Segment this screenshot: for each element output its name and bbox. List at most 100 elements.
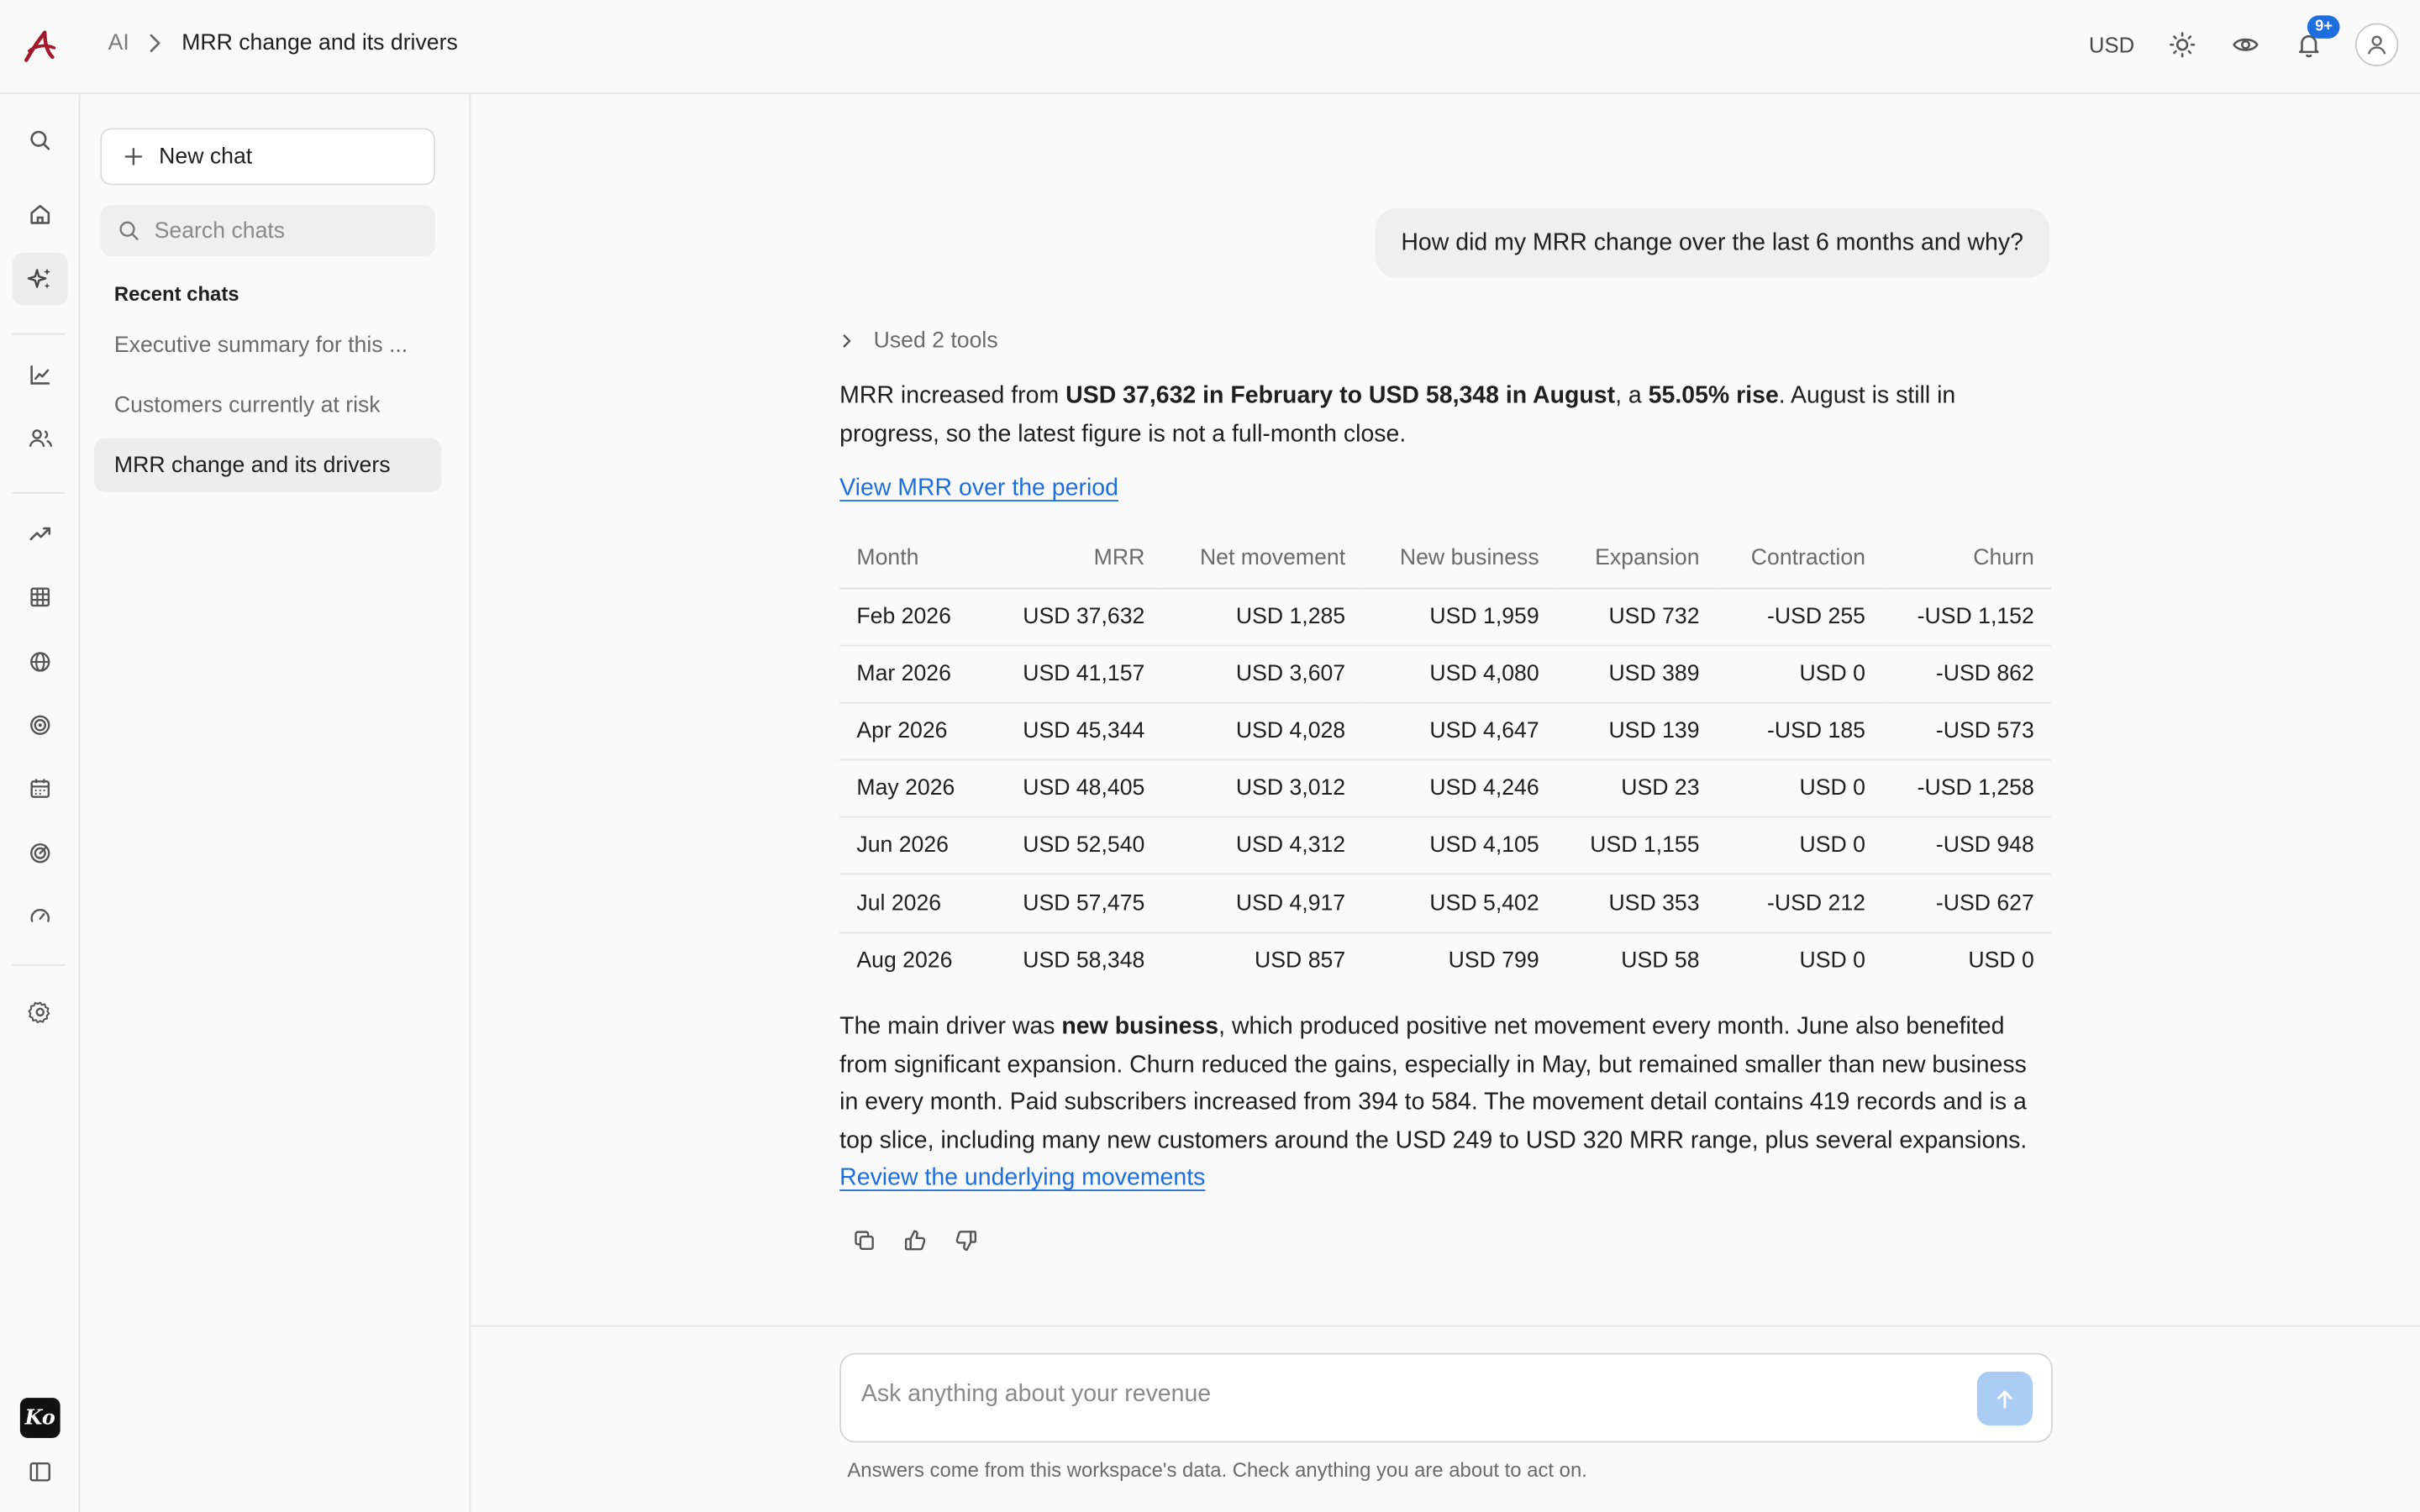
- plus-icon: [124, 148, 143, 165]
- thumbs-up-button[interactable]: [898, 1224, 932, 1257]
- new-chat-button[interactable]: New chat: [100, 128, 435, 186]
- table-cell: USD 52,540: [987, 817, 1162, 876]
- thumbs-down-button[interactable]: [950, 1224, 983, 1257]
- search-chats-input[interactable]: [154, 218, 417, 244]
- review-movements-link[interactable]: Review the underlying movements: [839, 1165, 1205, 1191]
- table-cell: Apr 2026: [839, 702, 988, 761]
- rail-search[interactable]: [13, 114, 68, 166]
- notifications-button[interactable]: 9+: [2292, 15, 2341, 61]
- table-cell: USD 857: [1255, 948, 1346, 974]
- table-cell: USD 0: [1716, 645, 1883, 704]
- rail-ai[interactable]: [12, 253, 68, 306]
- ask-input[interactable]: [860, 1380, 1942, 1409]
- intro-bold-range: USD 37,632 in February to USD 58,348 in …: [1065, 382, 1616, 409]
- rail-radar[interactable]: [13, 827, 68, 879]
- chart-icon: [30, 365, 50, 385]
- intro-text: MRR increased from: [839, 382, 1066, 409]
- table-cell: USD 3,607: [1161, 645, 1363, 704]
- table-cell: USD 45,344: [987, 702, 1162, 761]
- table-cell: USD 1,959: [1362, 587, 1556, 647]
- theme-toggle-button[interactable]: [2165, 28, 2199, 61]
- table-row: Jul 2026 USD 57,475 USD 4,917 USD 5,402 …: [839, 874, 2052, 933]
- table-header-row: Month MRR Net movement New business Expa…: [839, 530, 2052, 589]
- rail-home[interactable]: [13, 188, 68, 240]
- app-logo-icon[interactable]: [22, 28, 59, 65]
- breadcrumb: AI MRR change and its drivers: [108, 31, 458, 55]
- intro-bold-rise: 55.05% rise: [1648, 382, 1779, 409]
- ai-sparkle-icon: [27, 268, 51, 289]
- column-header: Expansion: [1555, 530, 1717, 589]
- rail-collapse-sidebar[interactable]: [13, 1446, 68, 1498]
- rail-tables[interactable]: [13, 571, 68, 623]
- avatar[interactable]: [2354, 23, 2399, 66]
- copy-button[interactable]: [847, 1224, 881, 1257]
- table-cell: -USD 573: [1882, 702, 2052, 761]
- table-cell: -USD 255: [1716, 587, 1883, 647]
- table-cell: -USD 948: [1882, 817, 2052, 876]
- table-row: Aug 2026 USD 58,348 USD 857 USD 799 USD …: [839, 932, 2051, 990]
- composer: [839, 1352, 2053, 1443]
- rail-calendar[interactable]: [13, 762, 68, 814]
- table-icon: [30, 587, 50, 607]
- users-icon: [28, 429, 52, 448]
- table-cell: USD 0: [1968, 948, 2034, 974]
- table-cell: Jul 2026: [839, 874, 988, 933]
- chats-panel: New chat Recent chats Executive summary …: [81, 94, 471, 1512]
- summary-text: The main driver was: [839, 1013, 1062, 1040]
- table-cell: -USD 627: [1882, 874, 2052, 933]
- table-cell: May 2026: [839, 759, 988, 818]
- table-row: Feb 2026 USD 37,632 USD 1,285 USD 1,959 …: [839, 587, 2052, 647]
- rail-performance[interactable]: [13, 890, 68, 942]
- rail-divider: [12, 963, 66, 966]
- table-cell: -USD 862: [1882, 645, 2052, 704]
- privacy-toggle-button[interactable]: [2228, 28, 2262, 61]
- column-header: Contraction: [1716, 530, 1883, 589]
- used-tools-toggle[interactable]: Used 2 tools: [839, 328, 998, 354]
- search-chats-field[interactable]: [100, 205, 435, 256]
- chat-item[interactable]: Customers currently at risk: [94, 378, 441, 432]
- view-mrr-link[interactable]: View MRR over the period: [839, 475, 1118, 503]
- intro-text: , a: [1615, 382, 1649, 409]
- table-row: Mar 2026 USD 41,157 USD 3,607 USD 4,080 …: [839, 645, 2052, 704]
- breadcrumb-current: MRR change and its drivers: [182, 30, 458, 56]
- breadcrumb-root[interactable]: AI: [108, 31, 129, 55]
- gear-icon: [28, 1001, 50, 1024]
- used-tools-label: Used 2 tools: [873, 328, 998, 354]
- table-cell: USD 139: [1555, 702, 1717, 761]
- mrr-table: Month MRR Net movement New business Expa…: [839, 530, 2052, 990]
- table-cell: USD 48,405: [987, 759, 1162, 818]
- top-bar: AI MRR change and its drivers USD 9+: [0, 0, 2420, 95]
- thumbs-down-icon: [955, 1231, 977, 1251]
- table-cell: USD 57,475: [987, 874, 1162, 933]
- table-cell: USD 4,917: [1161, 874, 1363, 933]
- rail-geography[interactable]: [13, 636, 68, 688]
- rail-customers[interactable]: [13, 412, 68, 464]
- recent-chats-heading: Recent chats: [113, 282, 239, 306]
- table-cell: USD 4,028: [1161, 702, 1363, 761]
- rail-settings[interactable]: [13, 986, 68, 1038]
- table-cell: USD 41,157: [987, 645, 1162, 704]
- column-header: Net movement: [1161, 530, 1363, 589]
- chat-item-active[interactable]: MRR change and its drivers: [94, 438, 442, 492]
- table-cell: USD 4,246: [1362, 759, 1556, 818]
- currency-selector[interactable]: USD: [2089, 33, 2134, 57]
- rail-goals[interactable]: [13, 699, 68, 751]
- message-actions: [847, 1224, 1000, 1257]
- column-header: New business: [1362, 530, 1556, 589]
- rail-charts[interactable]: [13, 349, 68, 401]
- table-cell: USD 4,312: [1161, 817, 1363, 876]
- rail-divider: [12, 491, 66, 494]
- user-icon: [2367, 35, 2386, 55]
- chevron-right-icon: [843, 334, 851, 348]
- send-button[interactable]: [1976, 1371, 2033, 1426]
- chat-item[interactable]: Executive summary for this ...: [94, 318, 441, 371]
- icon-rail: Ko: [0, 94, 81, 1512]
- composer-area: Answers come from this workspace's data.…: [471, 1325, 2420, 1512]
- table-cell: USD 0: [1799, 948, 1865, 974]
- table-cell: -USD 212: [1716, 874, 1883, 933]
- table-cell: USD 1,155: [1555, 817, 1717, 876]
- calendar-icon: [30, 779, 50, 798]
- home-icon: [30, 204, 50, 224]
- workspace-logo[interactable]: Ko: [19, 1398, 60, 1438]
- rail-trends[interactable]: [13, 507, 68, 559]
